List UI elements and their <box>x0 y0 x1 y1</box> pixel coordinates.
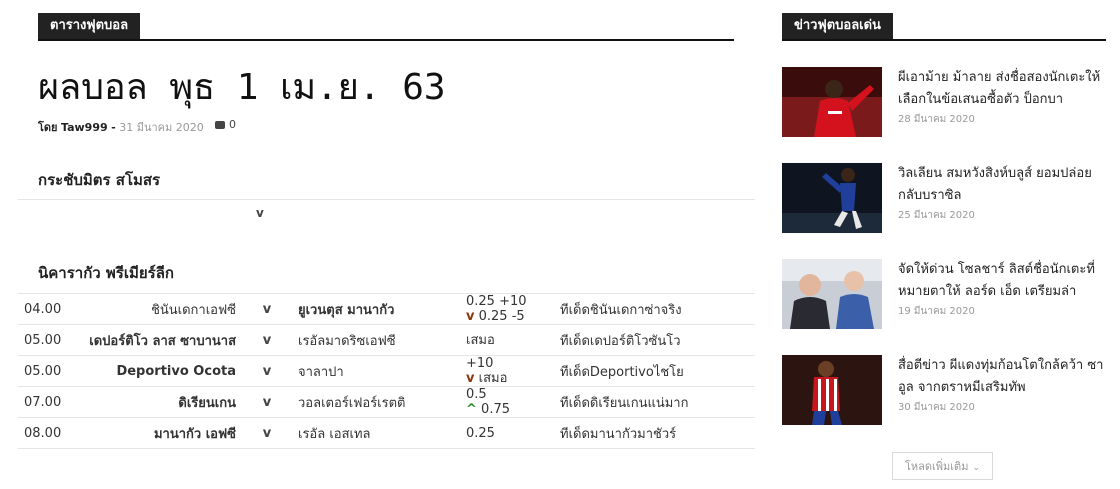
section-divider <box>18 199 755 200</box>
match-time: 08.00 <box>24 425 62 441</box>
league-section-title: นิคารากัว พรีเมียร์ลีก <box>38 264 174 282</box>
match-odds: 0.25 <box>466 418 560 449</box>
match-row: 07.00 ดิเรียนเกน v วอลเตอร์เฟอร์เรตติ 0.5 ^ 0… <box>18 386 755 418</box>
away-team: จาลาปา <box>298 364 344 380</box>
news-date: 25 มีนาคม 2020 <box>898 210 975 221</box>
post-date: 31 มีนาคม 2020 <box>119 121 204 134</box>
news-item[interactable]: วิลเลียน สมหวังสิงห์บลูส์ ยอมปล่อยกลับบร… <box>782 163 1106 233</box>
match-row: 08.00 มานากัว เอฟซี v เรอัล เอสเทล 0.25 ทีเด็… <box>18 417 755 449</box>
match-vs: v <box>262 301 272 317</box>
sidebar-block-header: ข่าวฟุตบอลเด่น <box>782 13 1106 41</box>
match-row: 04.00 ชินันเดกาเอฟซี v ยูเวนตุส มานากัว 0.25… <box>18 293 755 325</box>
odds-secondary: 0.25 -5 <box>478 309 525 324</box>
odds-secondary: 0.75 <box>481 402 510 417</box>
home-team: เดปอร์ติโว ลาส ซาบานาส <box>89 333 236 349</box>
odds-primary: เสมอ <box>466 332 495 348</box>
odds-primary: 0.25 +10 <box>466 294 527 309</box>
news-title[interactable]: จัดให้ด่วน โซลชาร์ ลิสต์ชื่อนักเตะที่หมา… <box>898 259 1106 303</box>
sidebar-block-title[interactable]: ข่าวฟุตบอลเด่น <box>782 13 893 39</box>
news-title[interactable]: วิลเลียน สมหวังสิงห์บลูส์ ยอมปล่อยกลับบร… <box>898 163 1106 207</box>
meta-separator: - <box>111 121 116 134</box>
post-title: ผลบอล พุธ 1 เม.ย. 63 <box>38 67 446 108</box>
main-block-header: ตารางฟุตบอล <box>38 13 734 41</box>
empty-match-vs: v <box>256 206 264 220</box>
news-item[interactable]: สื่อตีข่าว ผีแดงทุ่มก้อนโตใกล้คว้า ซาอูล… <box>782 355 1106 425</box>
post-meta: โดย Taw999 - 31 มีนาคม 2020 0 <box>38 118 236 136</box>
match-vs: v <box>262 425 272 441</box>
load-more-button[interactable]: โหลดเพิ่มเติม ⌄ <box>892 452 993 480</box>
news-thumbnail[interactable] <box>782 259 882 329</box>
news-title[interactable]: สื่อตีข่าว ผีแดงทุ่มก้อนโตใกล้คว้า ซาอูล… <box>898 355 1106 399</box>
match-vs: v <box>262 363 272 379</box>
main-block-title[interactable]: ตารางฟุตบอล <box>38 13 141 39</box>
home-team: มานากัว เอฟซี <box>153 426 236 442</box>
odds-marker: v <box>466 309 475 324</box>
news-thumbnail[interactable] <box>782 163 882 233</box>
odds-secondary: เสมอ <box>478 371 508 386</box>
odds-primary: +10 <box>466 356 494 371</box>
home-team: Deportivo Ocota <box>116 363 236 379</box>
news-thumbnail[interactable] <box>782 67 882 137</box>
match-tip: ทีเด็ดมานากัวมาชัวร์ <box>560 426 677 442</box>
odds-marker: v <box>466 371 475 386</box>
match-tip: ทีเด็ดชินันเดกาซ่าจริง <box>560 302 682 318</box>
match-time: 05.00 <box>24 332 62 348</box>
match-vs: v <box>262 332 272 348</box>
match-row: 05.00 เดปอร์ติโว ลาส ซาบานาส v เรอัลมาดริซเ… <box>18 324 755 356</box>
away-team: วอลเตอร์เฟอร์เรตติ <box>298 395 406 411</box>
news-thumbnail[interactable] <box>782 355 882 425</box>
match-table: 04.00 ชินันเดกาเอฟซี v ยูเวนตุส มานากัว 0.25… <box>18 293 755 449</box>
home-team: ดิเรียนเกน <box>178 395 236 411</box>
match-tip: ทีเด็ดเดปอร์ติโวซันโว <box>560 333 681 349</box>
chevron-down-icon: ⌄ <box>972 463 980 473</box>
match-tip: ทีเด็ดดิเรียนเกนแน่มาก <box>560 395 689 411</box>
news-item[interactable]: ผีเอาม้าย ม้าลาย ส่งชื่อสองนักเตะให้เลือ… <box>782 67 1106 137</box>
news-title[interactable]: ผีเอาม้าย ม้าลาย ส่งชื่อสองนักเตะให้เลือ… <box>898 67 1106 111</box>
news-item[interactable]: จัดให้ด่วน โซลชาร์ ลิสต์ชื่อนักเตะที่หมา… <box>782 259 1106 329</box>
match-time: 05.00 <box>24 363 62 379</box>
friendly-section-title: กระชับมิตร สโมสร <box>38 171 161 189</box>
author-link[interactable]: Taw999 <box>61 121 108 134</box>
match-odds: 0.25 +10 v 0.25 -5 <box>466 294 560 325</box>
up-arrow-icon: ^ <box>466 402 477 417</box>
match-vs: v <box>262 394 272 410</box>
away-team: เรอัล เอสเทล <box>298 426 371 442</box>
news-date: 30 มีนาคม 2020 <box>898 402 975 413</box>
away-team: ยูเวนตุส มานากัว <box>298 302 395 318</box>
match-row: 05.00 Deportivo Ocota v จาลาปา +10 v เสมอ ทีเด… <box>18 355 755 387</box>
odds-primary: 0.5 <box>466 387 487 402</box>
comments-link[interactable]: 0 <box>215 118 236 131</box>
away-team: เรอัลมาดริซเอฟซี <box>298 333 396 349</box>
match-odds: +10 v เสมอ <box>466 356 560 387</box>
news-date: 19 มีนาคม 2020 <box>898 306 975 317</box>
home-team: ชินันเดกาเอฟซี <box>151 302 236 318</box>
match-time: 07.00 <box>24 394 62 410</box>
match-odds: 0.5 ^ 0.75 <box>466 387 560 418</box>
match-tip: ทีเด็ดDeportivoไชโย <box>560 364 684 380</box>
match-odds: เสมอ <box>466 325 560 356</box>
load-more-label: โหลดเพิ่มเติม <box>904 460 969 473</box>
news-date: 28 มีนาคม 2020 <box>898 114 975 125</box>
odds-primary: 0.25 <box>466 425 495 441</box>
comment-icon <box>215 121 225 129</box>
comment-count: 0 <box>229 118 236 131</box>
meta-by-label: โดย <box>38 121 58 134</box>
match-time: 04.00 <box>24 301 62 317</box>
